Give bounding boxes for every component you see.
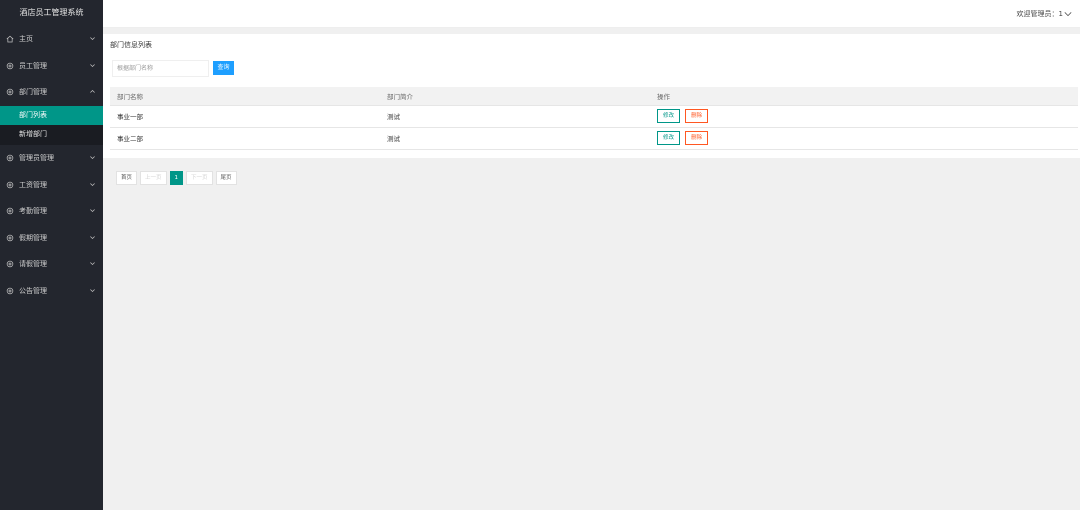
sidebar-item-departments[interactable]: 部门管理 <box>0 79 103 106</box>
sidebar-item-attendance[interactable]: 考勤管理 <box>0 198 103 225</box>
row-actions: 修改 删除 <box>650 105 1078 128</box>
sidebar-item-label: 公告管理 <box>19 287 47 296</box>
current-page[interactable]: 1 <box>169 171 184 185</box>
department-name: 事业二部 <box>110 127 380 150</box>
chevron-up-icon <box>89 88 96 95</box>
settings-icon <box>6 154 14 162</box>
delete-button[interactable]: 删除 <box>685 131 709 145</box>
edit-button[interactable]: 修改 <box>657 131 681 145</box>
department-desc: 测试 <box>380 105 650 128</box>
user-menu[interactable]: 欢迎管理员：1 <box>1017 9 1072 19</box>
chevron-down-icon <box>89 207 96 214</box>
sidebar-item-admins[interactable]: 管理员管理 <box>0 145 103 172</box>
sidebar-item-salary[interactable]: 工资管理 <box>0 171 103 198</box>
sidebar-item-label: 假期管理 <box>19 233 47 242</box>
sidebar-item-employees[interactable]: 员工管理 <box>0 53 103 80</box>
column-header: 部门简介 <box>380 87 650 106</box>
prev-page-button[interactable]: 上一页 <box>140 171 167 185</box>
table-row: 事业一部 测试 修改 删除 <box>110 105 1078 128</box>
chevron-down-icon <box>89 234 96 241</box>
edit-button[interactable]: 修改 <box>657 109 681 123</box>
sidebar-item-label: 工资管理 <box>19 180 47 189</box>
department-desc: 测试 <box>380 127 650 150</box>
settings-icon <box>6 62 14 70</box>
search-input[interactable] <box>112 60 209 77</box>
table-header-row: 部门名称 部门简介 操作 <box>110 87 1078 106</box>
department-name: 事业一部 <box>110 105 380 128</box>
content-panel: 部门信息列表 查询 部门名称 部门简介 操作 事业一部 测试 修改 删除 事业二… <box>103 34 1080 158</box>
page-title: 部门信息列表 <box>110 41 152 49</box>
next-page-button[interactable]: 下一页 <box>186 171 213 185</box>
chevron-down-icon <box>89 35 96 42</box>
sidebar-subitem-department-list[interactable]: 部门列表 <box>0 105 103 126</box>
last-page-button[interactable]: 尾页 <box>215 171 237 185</box>
app-title: 酒店员工管理系统 <box>19 8 84 17</box>
row-actions: 修改 删除 <box>650 127 1078 150</box>
settings-icon <box>6 260 14 268</box>
settings-icon <box>6 181 14 189</box>
delete-button[interactable]: 删除 <box>685 109 709 123</box>
search-button[interactable]: 查询 <box>213 61 234 75</box>
column-header: 部门名称 <box>110 87 380 106</box>
pagination: 首页 上一页 1 下一页 尾页 <box>116 171 240 185</box>
sidebar-item-label: 主页 <box>19 35 33 44</box>
chevron-down-icon <box>1064 12 1072 17</box>
chevron-down-icon <box>89 181 96 188</box>
top-header: 欢迎管理员：1 <box>103 0 1080 28</box>
settings-icon <box>6 234 14 242</box>
sidebar: 酒店员工管理系统 主页 员工管理 部门管理 部门列表 新增部门 管理员管理 工资… <box>0 0 103 510</box>
sidebar-subitem-add-department[interactable]: 新增部门 <box>0 125 103 145</box>
chevron-down-icon <box>89 62 96 69</box>
settings-icon <box>6 207 14 215</box>
sidebar-item-announcements[interactable]: 公告管理 <box>0 278 103 305</box>
chevron-down-icon <box>89 287 96 294</box>
sidebar-item-label: 部门管理 <box>19 88 47 97</box>
sidebar-item-label: 请假管理 <box>19 260 47 269</box>
settings-icon <box>6 287 14 295</box>
sidebar-item-holidays[interactable]: 假期管理 <box>0 225 103 252</box>
department-table: 部门名称 部门简介 操作 事业一部 测试 修改 删除 事业二部 测试 修改 删除 <box>110 87 1078 150</box>
home-icon <box>6 35 14 43</box>
submenu-departments: 部门列表 新增部门 <box>0 105 103 145</box>
chevron-down-icon <box>89 260 96 267</box>
table-row: 事业二部 测试 修改 删除 <box>110 127 1078 150</box>
sidebar-item-label: 管理员管理 <box>19 154 54 163</box>
settings-icon <box>6 88 14 96</box>
first-page-button[interactable]: 首页 <box>116 171 138 185</box>
sidebar-item-leave[interactable]: 请假管理 <box>0 251 103 278</box>
welcome-text: 欢迎管理员：1 <box>1016 10 1063 18</box>
sidebar-item-label: 考勤管理 <box>19 207 47 216</box>
sidebar-item-home[interactable]: 主页 <box>0 26 103 53</box>
column-header: 操作 <box>650 87 1078 106</box>
sidebar-item-label: 员工管理 <box>19 61 47 70</box>
chevron-down-icon <box>89 154 96 161</box>
